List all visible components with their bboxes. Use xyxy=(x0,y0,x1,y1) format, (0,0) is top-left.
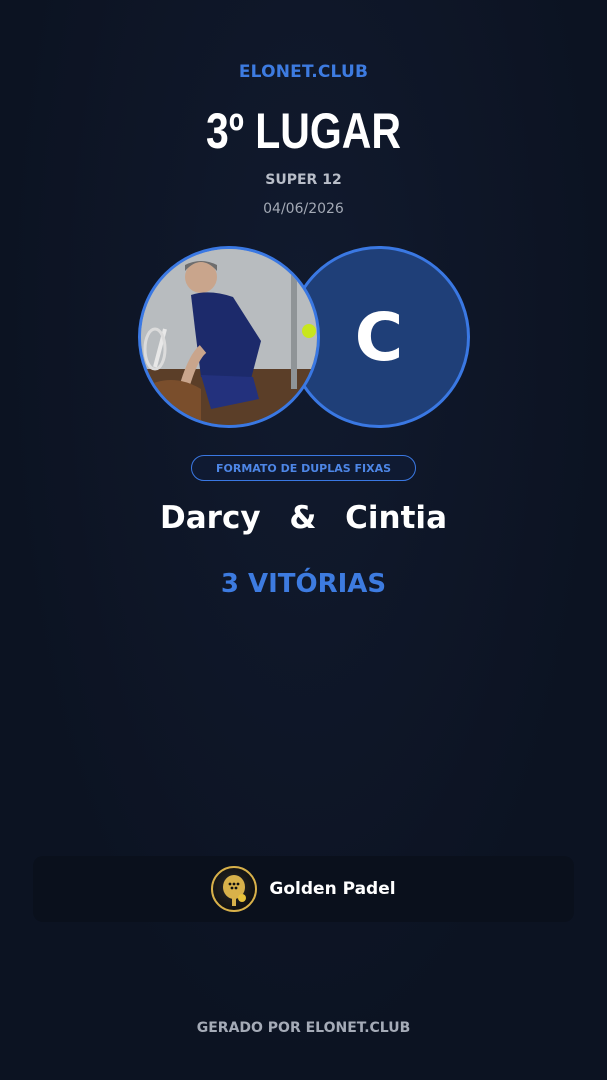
event-date: 04/06/2026 xyxy=(263,201,344,217)
player1-name: Darcy xyxy=(160,500,261,536)
player2-name: Cintia xyxy=(345,500,447,536)
footer-credit: GERADO POR ELONET.CLUB xyxy=(196,1020,411,1036)
club-card[interactable]: Golden Padel xyxy=(33,856,574,922)
format-badge: FORMATO DE DUPLAS FIXAS xyxy=(191,455,416,481)
placement-title: 3º LUGAR xyxy=(206,103,401,159)
event-name: SUPER 12 xyxy=(265,172,342,188)
result-card: ELONET.CLUB 3º LUGAR SUPER 12 04/06/2026… xyxy=(0,0,607,1080)
player-photo-icon xyxy=(141,249,317,425)
players-names: Darcy & Cintia xyxy=(0,500,607,536)
brand-title: ELONET.CLUB xyxy=(238,62,369,82)
golden-padel-logo-icon xyxy=(211,866,258,912)
club-name: Golden Padel xyxy=(269,879,396,899)
wins-count: 3 VITÓRIAS xyxy=(220,569,387,599)
names-separator: & xyxy=(289,500,317,536)
player1-avatar xyxy=(138,246,320,428)
player2-initial: C xyxy=(354,298,404,376)
